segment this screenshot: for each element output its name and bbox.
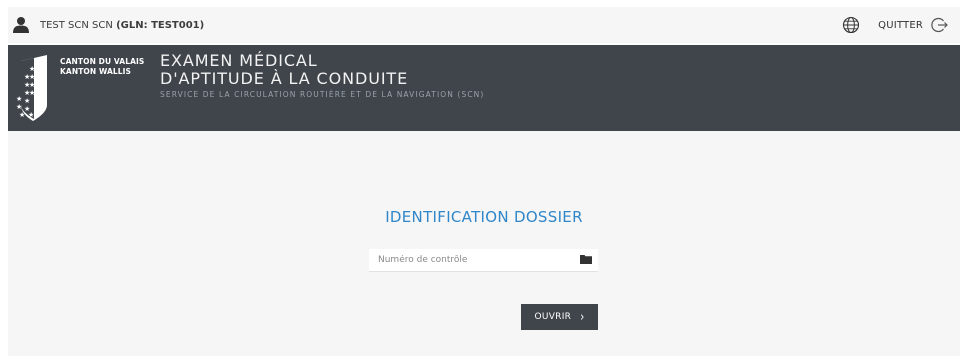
svg-text:★: ★ <box>29 73 35 81</box>
page-title: IDENTIFICATION DOSSIER <box>385 208 583 226</box>
valais-crest-icon: ★ ★ ★ ★ ★ ★ ★ ★ ★ ★ ★ ★ ★ <box>16 55 47 121</box>
svg-text:★: ★ <box>29 89 35 97</box>
chevron-right-icon: › <box>580 309 585 325</box>
globe-icon[interactable] <box>842 16 860 34</box>
app-title-line1: EXAMEN MÉDICAL <box>160 51 318 70</box>
svg-text:★: ★ <box>28 111 34 119</box>
canton-name-de: KANTON WALLIS <box>60 67 132 76</box>
svg-text:★: ★ <box>16 95 22 103</box>
top-bar: TEST SCN SCN (GLN: TEST001) QUITTER <box>8 7 960 43</box>
canton-name: CANTON DU VALAIS KANTON WALLIS <box>60 57 144 77</box>
open-button[interactable]: OUVRIR › <box>521 304 598 330</box>
user-label: TEST SCN SCN (GLN: TEST001) <box>40 20 204 31</box>
user-name: TEST SCN SCN <box>40 19 113 31</box>
user-icon <box>13 17 29 33</box>
canton-name-fr: CANTON DU VALAIS <box>60 57 145 66</box>
app-subtitle: SERVICE DE LA CIRCULATION ROUTIÈRE ET DE… <box>160 90 485 99</box>
folder-icon[interactable] <box>580 254 592 264</box>
quit-label: QUITTER <box>878 19 923 31</box>
app-title: EXAMEN MÉDICAL D'APTITUDE À LA CONDUITE … <box>160 51 485 100</box>
svg-text:★: ★ <box>16 103 22 111</box>
svg-text:★: ★ <box>29 65 35 73</box>
user-gln: (GLN: TEST001) <box>116 19 205 31</box>
app-title-line2: D'APTITUDE À LA CONDUITE <box>160 69 409 88</box>
control-number-field <box>369 249 598 272</box>
svg-text:★: ★ <box>24 97 30 105</box>
header-banner: ★ ★ ★ ★ ★ ★ ★ ★ ★ ★ ★ ★ ★ CANTON DU VALA… <box>8 45 960 131</box>
control-number-input[interactable] <box>369 249 578 271</box>
svg-text:★: ★ <box>29 81 35 89</box>
logout-icon <box>931 17 948 33</box>
user-info: TEST SCN SCN (GLN: TEST001) <box>12 15 204 35</box>
open-button-label: OUVRIR <box>534 312 572 322</box>
top-actions: QUITTER <box>842 15 948 35</box>
app-frame: TEST SCN SCN (GLN: TEST001) QUITTER ★ ★ … <box>0 0 960 356</box>
main-content: IDENTIFICATION DOSSIER OUVRIR › <box>8 131 960 356</box>
quit-button[interactable]: QUITTER <box>878 16 948 34</box>
